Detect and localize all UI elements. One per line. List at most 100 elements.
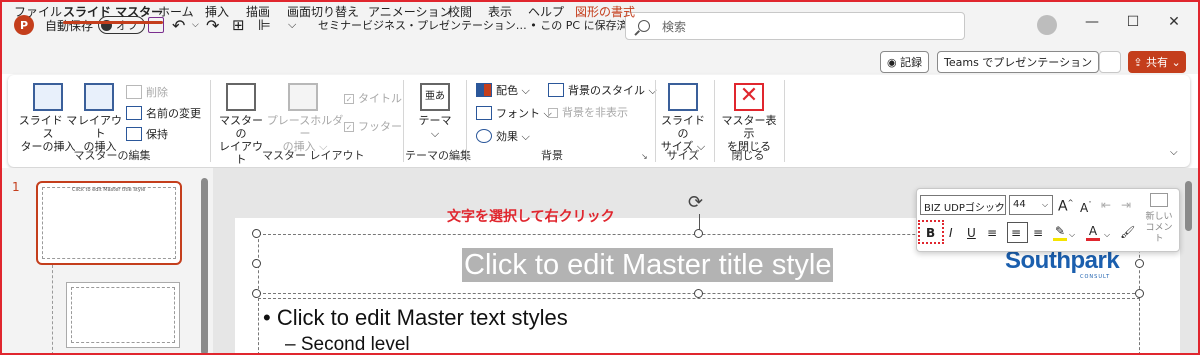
preserve-button[interactable]: 保持 xyxy=(126,127,168,141)
grow-font-icon[interactable]: A^ xyxy=(1058,196,1073,214)
record-button[interactable]: ◉ 記録 xyxy=(880,51,930,73)
resize-handle[interactable] xyxy=(252,259,261,268)
delete-button[interactable]: 削除 xyxy=(126,85,168,99)
rename-button[interactable]: 名前の変更 xyxy=(126,106,201,120)
slide-number: 1 xyxy=(12,180,20,194)
master-layout-icon xyxy=(226,83,256,111)
group-label-master-edit: マスターの編集 xyxy=(73,149,151,162)
group-label-size: サイズ xyxy=(666,149,700,162)
comment-icon xyxy=(1150,193,1168,207)
bold-button[interactable]: B xyxy=(926,226,935,240)
tab-insert[interactable]: 挿入 xyxy=(205,3,229,23)
close-button[interactable]: ✕ xyxy=(1162,14,1186,36)
footer-checkbox[interactable]: ✓ フッター xyxy=(344,120,402,133)
fonts-button[interactable]: フォント ⌵ xyxy=(476,106,552,120)
resize-handle[interactable] xyxy=(1135,259,1144,268)
thumbnail-title: Click to edit Master title style xyxy=(72,187,146,193)
thumbnail-placeholder xyxy=(71,287,175,343)
title-checkbox[interactable]: ✓ タイトル xyxy=(344,92,402,105)
ribbon-separator xyxy=(466,80,467,162)
tab-slide-master[interactable]: スライド マスター xyxy=(63,3,164,24)
font-dropdown-icon: ⌵ xyxy=(995,200,1002,209)
background-style-button[interactable]: 背景のスタイル ⌵ xyxy=(548,83,657,97)
effects-button[interactable]: 効果 ⌵ xyxy=(476,129,530,143)
comment-icon[interactable] xyxy=(1099,51,1121,73)
ribbon-separator xyxy=(714,80,715,162)
highlight-dropdown-icon[interactable]: ⌵ xyxy=(1069,228,1075,242)
delete-icon xyxy=(126,85,142,99)
close-master-icon: ✕ xyxy=(734,83,764,111)
rotate-handle-icon[interactable]: ⟳ xyxy=(688,192,703,213)
tab-view[interactable]: 表示 xyxy=(488,3,512,23)
ribbon-separator xyxy=(784,80,785,162)
slide-size-icon xyxy=(668,83,698,111)
fonts-icon xyxy=(476,106,492,120)
size-dropdown-icon: ⌵ xyxy=(1042,200,1049,209)
font-color-dropdown-icon[interactable]: ⌵ xyxy=(1104,228,1110,242)
thumbnail-scrollbar[interactable] xyxy=(201,178,208,355)
insert-layout-icon xyxy=(84,83,114,111)
maximize-button[interactable]: ☐ xyxy=(1121,14,1145,36)
body-text-level1[interactable]: • Click to edit Master text styles xyxy=(263,305,568,331)
collapse-ribbon-icon[interactable]: ⌵ xyxy=(1170,146,1178,159)
ribbon-separator xyxy=(210,80,211,162)
underline-button[interactable]: U xyxy=(967,226,976,240)
increase-indent-icon[interactable]: ⇥ xyxy=(1121,198,1131,212)
presenter-icon[interactable]: ⊞ xyxy=(232,14,245,36)
insert-placeholder-icon xyxy=(288,83,318,111)
tab-home[interactable]: ホーム xyxy=(158,3,194,23)
rename-icon xyxy=(126,106,142,120)
hide-background-checkbox[interactable]: 背景を非表示 xyxy=(548,106,628,119)
align-left-icon[interactable]: ≡ xyxy=(987,226,997,240)
tab-review[interactable]: 校閲 xyxy=(448,3,472,23)
ribbon-separator xyxy=(403,80,404,162)
background-style-icon xyxy=(548,83,564,97)
highlight-color-icon[interactable]: ✎ xyxy=(1053,224,1067,241)
minimize-button[interactable]: — xyxy=(1080,14,1104,36)
resize-handle[interactable] xyxy=(694,289,703,298)
shrink-font-icon[interactable]: Aˇ xyxy=(1080,198,1092,215)
align-right-icon[interactable]: ≡ xyxy=(1033,226,1043,240)
checkbox-icon xyxy=(548,107,558,118)
tab-file[interactable]: ファイル xyxy=(14,3,62,23)
avatar[interactable] xyxy=(1037,15,1057,35)
resize-handle[interactable] xyxy=(252,229,261,238)
colors-button[interactable]: 配色 ⌵ xyxy=(476,83,530,97)
checkbox-icon: ✓ xyxy=(344,93,354,104)
group-label-close: 閉じる xyxy=(731,149,765,162)
body-text-level2[interactable]: – Second level xyxy=(285,334,410,355)
group-label-theme-edit: テーマの編集 xyxy=(405,149,471,162)
font-color-icon[interactable]: A xyxy=(1086,224,1100,241)
italic-button[interactable]: I xyxy=(949,226,953,240)
font-name-select[interactable]: BIZ UDPゴシック xyxy=(920,195,1006,215)
thumbnail-placeholder xyxy=(42,187,176,259)
theme-button[interactable]: テーマ ⌵ xyxy=(414,114,456,140)
dialog-launcher-icon[interactable]: ↘ xyxy=(641,150,648,163)
slide-title-text[interactable]: Click to edit Master title style xyxy=(462,248,834,282)
annotation-callout: 文字を選択して右クリック xyxy=(447,209,615,225)
resize-handle[interactable] xyxy=(252,289,261,298)
align-center-icon: ≡ xyxy=(1011,226,1022,240)
decrease-indent-icon[interactable]: ⇤ xyxy=(1101,198,1111,212)
resize-handle[interactable] xyxy=(694,229,703,238)
canvas-scrollbar[interactable] xyxy=(1185,181,1192,231)
tab-transitions[interactable]: 画面切り替え xyxy=(287,3,359,23)
format-painter-icon[interactable]: 🖌 xyxy=(1120,225,1135,239)
share-button[interactable]: ⇪ 共有 ⌄ xyxy=(1128,51,1186,73)
tab-animations[interactable]: アニメーション xyxy=(368,3,452,23)
teams-present-button[interactable]: Teams でプレゼンテーション xyxy=(937,51,1100,73)
layout-thumbnail[interactable] xyxy=(66,282,180,348)
tab-shape-format[interactable]: 図形の書式 xyxy=(575,3,635,23)
search-input[interactable]: 検索 xyxy=(625,12,965,40)
master-layout-button[interactable]: マスターの レイアウト xyxy=(216,114,266,166)
ribbon-separator xyxy=(655,80,656,162)
group-label-background: 背景 xyxy=(541,149,563,162)
slide-master-thumbnail[interactable]: Click to edit Master title style xyxy=(36,181,182,265)
tab-help[interactable]: ヘルプ xyxy=(528,3,564,23)
checkbox-icon: ✓ xyxy=(344,121,354,132)
effects-icon xyxy=(476,129,492,143)
preserve-icon xyxy=(126,127,142,141)
tab-draw[interactable]: 描画 xyxy=(246,3,270,23)
group-label-master-layout: マスター レイアウト xyxy=(262,149,365,162)
resize-handle[interactable] xyxy=(1135,289,1144,298)
